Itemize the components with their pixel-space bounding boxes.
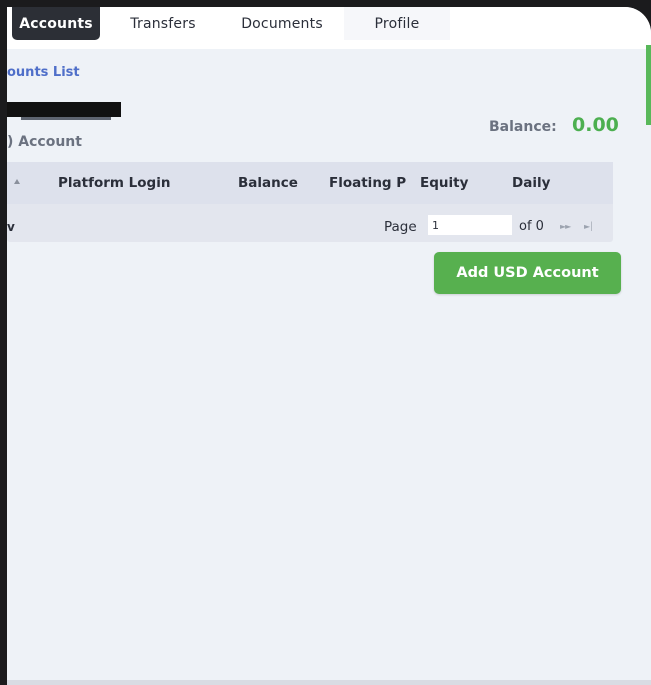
tab-documents[interactable]: Documents [226,7,338,40]
accounts-table: Platform Login Balance Floating P Equity… [7,162,613,242]
table-header: Platform Login Balance Floating P Equity… [7,162,613,204]
breadcrumb[interactable]: ounts List [7,65,80,80]
redacted-account-id [7,102,121,117]
redacted-account-id-edge [21,117,111,120]
column-daily[interactable]: Daily [512,175,550,191]
column-floating-p[interactable]: Floating P [329,175,406,191]
column-equity[interactable]: Equity [420,175,468,191]
page-label: Page [384,219,417,235]
bottom-divider [7,680,651,685]
add-usd-account-button[interactable]: Add USD Account [434,252,621,294]
top-nav: Accounts Transfers Documents Profile [7,7,651,49]
app-window: Accounts Transfers Documents Profile oun… [7,7,651,685]
last-page-icon[interactable]: ►│ [584,222,594,231]
page-number-input[interactable] [428,215,512,235]
scrollbar[interactable] [646,45,651,125]
balance-value: 0.00 [572,114,619,136]
records-label: v [7,220,15,234]
tab-accounts[interactable]: Accounts [12,7,100,40]
column-balance[interactable]: Balance [238,175,298,191]
page-count-label: of 0 [519,219,544,234]
column-platform-login[interactable]: Platform Login [58,175,170,191]
balance-label: Balance: [489,119,557,135]
account-title: ) Account [7,134,82,150]
tab-transfers[interactable]: Transfers [114,7,212,40]
tab-profile[interactable]: Profile [344,7,450,40]
sort-ascending-icon[interactable] [14,179,20,184]
next-page-icon[interactable]: ►► [560,222,571,231]
